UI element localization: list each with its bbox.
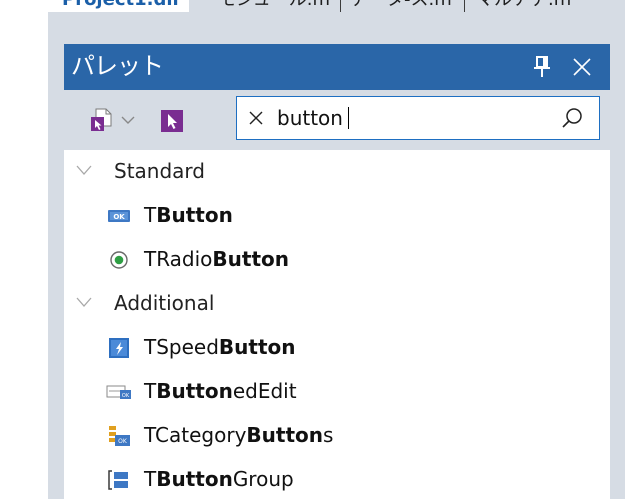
tab-datamodule[interactable]: データ-ス.m: [350, 0, 452, 12]
chevron-down-icon[interactable]: [76, 164, 92, 176]
component-label: TSpeedButton: [144, 335, 296, 359]
categories-icon[interactable]: [90, 108, 112, 132]
pointer-icon[interactable]: [161, 110, 183, 132]
palette-title-bar: パレット: [64, 44, 610, 90]
list-item[interactable]: TButtonGroup: [64, 458, 610, 502]
component-label: TButtonedEdit: [144, 379, 297, 403]
tab-module[interactable]: モジュール.m: [218, 0, 330, 12]
chevron-down-icon[interactable]: [121, 116, 135, 125]
category-row-standard[interactable]: Standard: [64, 150, 610, 194]
radio-button-icon: [110, 251, 128, 269]
list-item[interactable]: OK TCategoryButtons: [64, 414, 610, 458]
text-caret: [348, 107, 349, 129]
svg-text:OK: OK: [118, 438, 128, 445]
component-label: TRadioButton: [144, 247, 290, 271]
tab-separator: [464, 0, 465, 12]
search-input[interactable]: [277, 104, 547, 132]
close-icon[interactable]: [572, 57, 592, 77]
buttoned-edit-icon: OK: [106, 385, 131, 399]
list-item[interactable]: OK TButton: [64, 194, 610, 238]
search-icon[interactable]: [561, 107, 583, 129]
list-item[interactable]: TSpeedButton: [64, 326, 610, 370]
chevron-down-icon[interactable]: [76, 296, 92, 308]
category-buttons-icon: OK: [109, 426, 130, 446]
button-group-icon: [108, 470, 128, 490]
category-label: Additional: [114, 291, 215, 315]
search-box[interactable]: [236, 96, 600, 140]
component-tree: Standard OK TButton TRadioButton Additio…: [64, 150, 610, 499]
clear-icon[interactable]: [248, 110, 264, 126]
category-label: Standard: [114, 159, 205, 183]
component-label: TButton: [144, 203, 233, 227]
editor-tab-strip: Project1.dll モジュール.m データ-ス.m マルチデ.m: [48, 0, 625, 22]
component-label: TCategoryButtons: [144, 423, 334, 447]
ide-background: Project1.dll モジュール.m データ-ス.m マルチデ.m パレット: [48, 0, 625, 499]
tab-project1[interactable]: Project1.dll: [48, 0, 189, 12]
category-row-additional[interactable]: Additional: [64, 282, 610, 326]
button-component-icon: OK: [108, 210, 130, 222]
component-label: TButtonGroup: [144, 467, 294, 491]
svg-text:OK: OK: [113, 213, 125, 221]
pin-icon[interactable]: [533, 56, 551, 78]
list-item[interactable]: OK TButtonedEdit: [64, 370, 610, 414]
speed-button-icon: [109, 338, 129, 358]
palette-title: パレット: [71, 52, 164, 80]
svg-text:OK: OK: [122, 393, 130, 399]
tab-multidevice[interactable]: マルチデ.m: [476, 0, 571, 12]
palette-panel: パレット button Standard OK TButton TRadioBu…: [64, 44, 610, 499]
list-item[interactable]: TRadioButton: [64, 238, 610, 282]
tab-separator: [340, 0, 341, 12]
